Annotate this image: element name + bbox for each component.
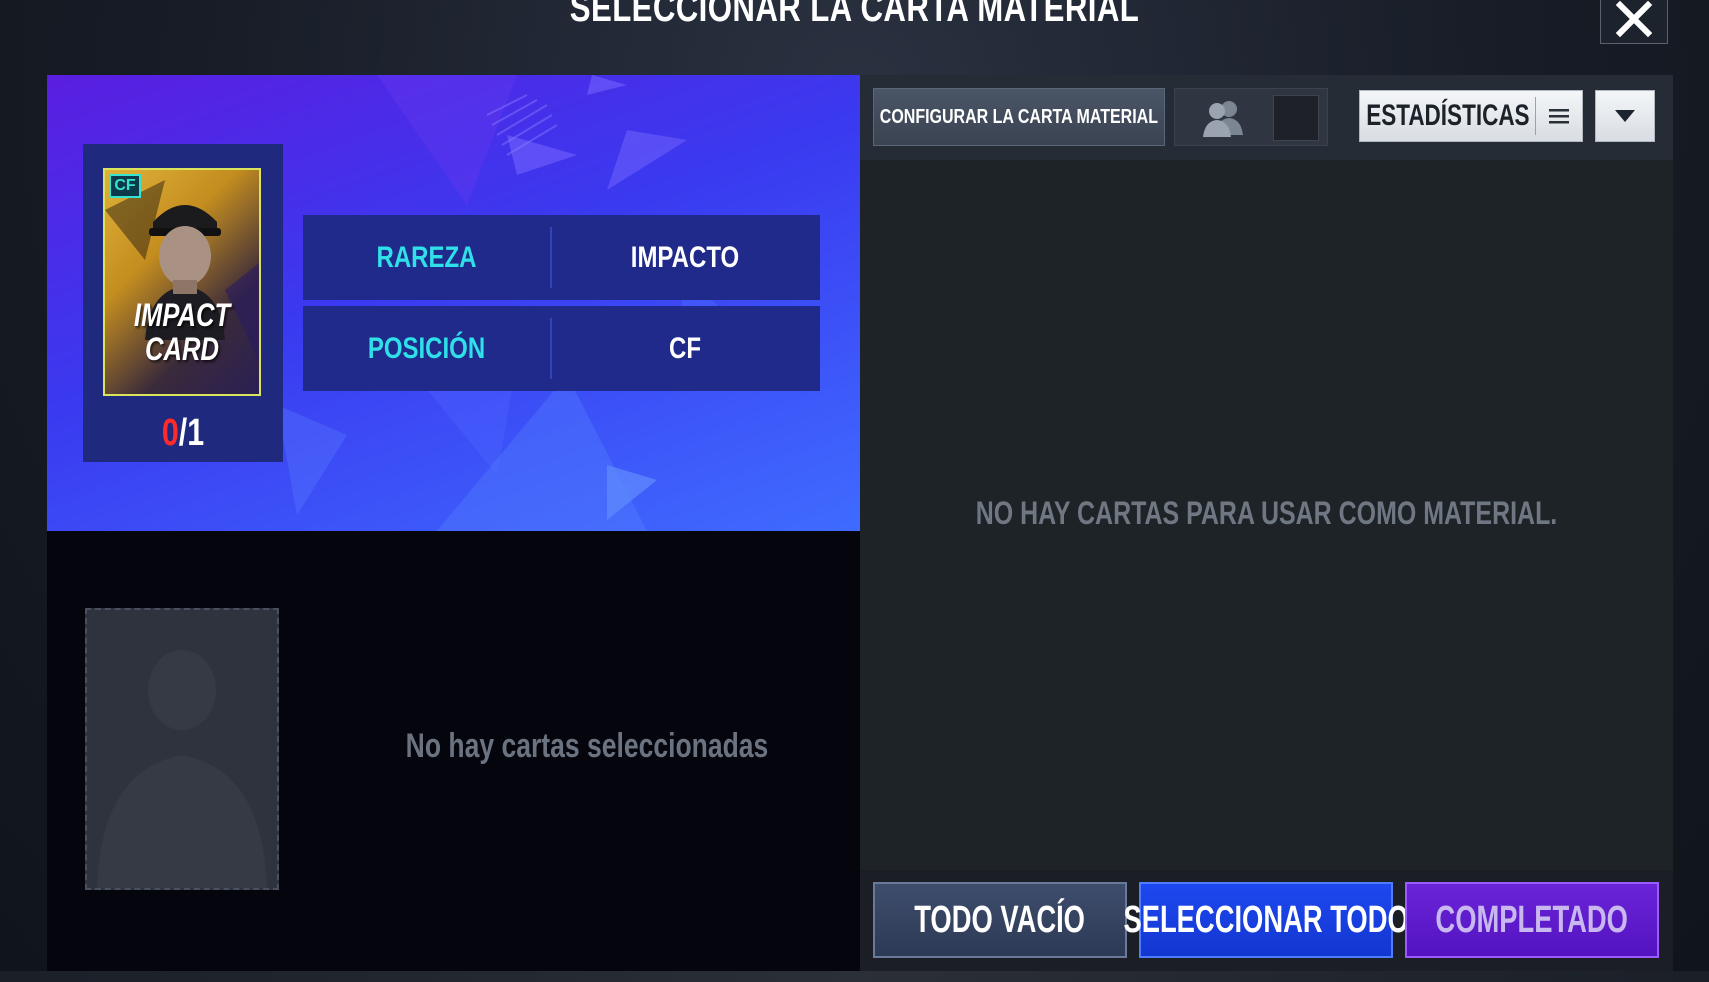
stats-label-wrap: ESTADÍSTICAS xyxy=(1360,91,1535,141)
empty-all-label: TODO VACÍO xyxy=(914,898,1086,941)
card-image: CF IMPACT CARD xyxy=(103,168,261,396)
configure-material-label: CONFIGURAR LA CARTA MATERIAL xyxy=(879,105,1159,128)
users-icon xyxy=(1203,101,1243,137)
target-card-panel: CF IMPACT CARD 0/1 RAREZA IMPACTO POSICI… xyxy=(47,75,860,531)
triangle-down-icon xyxy=(1615,110,1635,122)
menu-icon xyxy=(1549,109,1569,124)
stats-separator xyxy=(1535,97,1536,135)
page-title: SELECCIONAR LA CARTA MATERIAL xyxy=(569,0,1140,30)
done-button[interactable]: COMPLETADO xyxy=(1405,882,1659,958)
info-divider xyxy=(550,318,552,379)
count-total: /1 xyxy=(178,412,205,454)
stats-label: ESTADÍSTICAS xyxy=(1365,99,1530,132)
info-key-position: POSICIÓN xyxy=(367,331,486,365)
card-label-line1: IMPACT xyxy=(133,297,231,333)
info-row-position: POSICIÓN CF xyxy=(303,306,820,391)
count-current: 0 xyxy=(161,412,179,454)
toggle-square[interactable] xyxy=(1273,95,1319,141)
done-label: COMPLETADO xyxy=(1435,898,1629,941)
bottom-strip xyxy=(0,971,1709,982)
sort-direction-button[interactable] xyxy=(1595,90,1655,142)
select-all-button[interactable]: SELECCIONAR TODO xyxy=(1123,882,1409,958)
no-material-text: NO HAY CARTAS PARA USAR COMO MATERIAL. xyxy=(975,495,1558,531)
stats-sort-button[interactable]: ESTADÍSTICAS xyxy=(1359,90,1583,142)
no-selected-text: No hay cartas seleccionadas xyxy=(405,727,769,765)
action-bar: TODO VACÍO SELECCIONAR TODO COMPLETADO xyxy=(860,870,1673,971)
materials-panel: CONFIGURAR LA CARTA MATERIAL ESTADÍSTICA… xyxy=(860,75,1673,971)
card-label-line2: CARD xyxy=(145,331,219,367)
position-badge: CF xyxy=(109,174,141,198)
select-all-label: SELECCIONAR TODO xyxy=(1123,898,1409,941)
target-card[interactable]: CF IMPACT CARD 0/1 xyxy=(83,144,283,462)
owned-filter-toggle[interactable] xyxy=(1174,88,1328,146)
card-type-label: IMPACT CARD xyxy=(120,298,243,366)
close-icon xyxy=(1615,0,1653,38)
player-placeholder-icon xyxy=(97,650,267,888)
info-value-rarity: IMPACTO xyxy=(630,240,740,274)
close-button[interactable] xyxy=(1600,0,1668,44)
selected-cards-panel: No hay cartas seleccionadas xyxy=(47,531,860,971)
toolbar: CONFIGURAR LA CARTA MATERIAL ESTADÍSTICA… xyxy=(860,75,1673,160)
info-row-rarity: RAREZA IMPACTO xyxy=(303,215,820,300)
empty-all-button[interactable]: TODO VACÍO xyxy=(873,882,1127,958)
material-count: 0/1 xyxy=(103,412,263,455)
empty-card-slot[interactable] xyxy=(85,608,279,890)
info-key-rarity: RAREZA xyxy=(376,240,477,274)
info-value-position: CF xyxy=(669,331,701,365)
info-divider xyxy=(550,227,552,288)
screen: SELECCIONAR LA CARTA MATERIAL CF IMPACT … xyxy=(0,0,1709,982)
configure-material-button[interactable]: CONFIGURAR LA CARTA MATERIAL xyxy=(873,88,1165,146)
